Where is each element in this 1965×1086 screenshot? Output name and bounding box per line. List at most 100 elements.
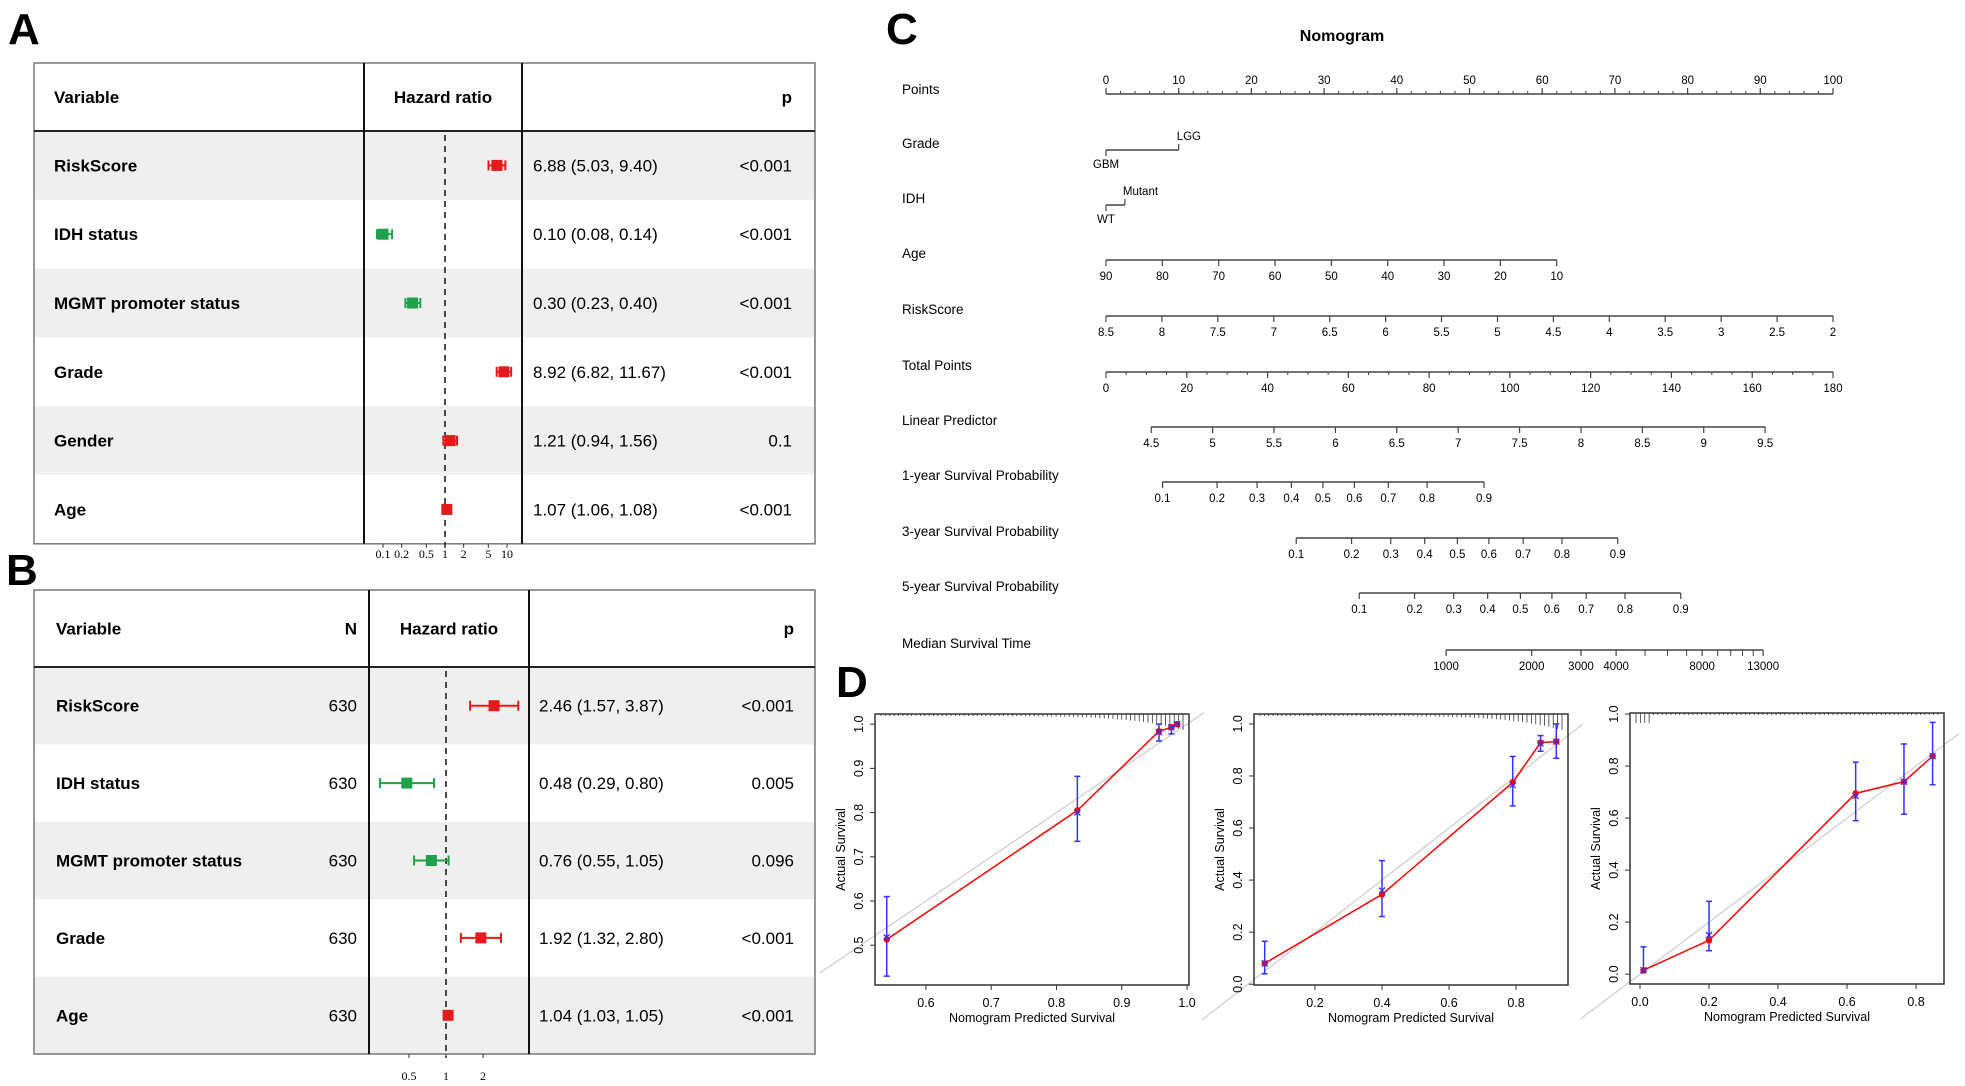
row-estimate: 0.48 (0.29, 0.80) [539,774,664,793]
row-p-value: <0.001 [742,1006,794,1025]
table-row-shade [34,131,815,200]
row-n: 630 [329,774,357,793]
x-tick-label: 0.0 [1631,995,1648,1009]
x-tick-label: 1 [443,1069,449,1083]
panel-label-d: D [836,658,868,707]
row-p-value: <0.001 [740,500,792,519]
x-tick-label: 0.2 [394,547,409,561]
row-estimate: 1.21 (0.94, 1.56) [533,432,658,451]
row-variable: RiskScore [54,156,137,175]
nomogram-tick-label: 10 [1172,75,1185,87]
nomogram-tick-label: 0.7 [1380,493,1396,505]
nomogram-tick-label: 0.7 [1515,549,1531,561]
nomogram-tick-label: 100 [1823,75,1842,87]
x-tick-label: 0.8 [1048,996,1065,1010]
row-p-value: 0.096 [751,852,794,871]
nomogram-tick-label: 50 [1463,75,1476,87]
nomogram-tick-label: 3.5 [1657,327,1673,339]
hazard-ratio-marker [377,228,389,240]
row-p-value: <0.001 [740,156,792,175]
nomogram-tick-label: Mutant [1123,186,1159,198]
y-tick-label: 0.4 [1231,871,1245,888]
y-tick-label: 0.6 [852,892,866,909]
y-tick-label: 0.2 [1231,923,1245,940]
y-tick-label: 0.8 [1231,767,1245,784]
nomogram-scale-label: Total Points [902,358,972,373]
calibration-line [886,723,1178,941]
figure: A B C D Nomogram Variable Hazard ratio p Ri… [0,0,1965,1086]
y-tick-label: 1.0 [852,715,866,732]
y-tick-label: 0.6 [1231,819,1245,836]
x-axis-label: Nomogram Predicted Survival [1328,1011,1494,1025]
nomogram-tick-label: 6.5 [1389,438,1405,450]
nomogram-tick-label: 180 [1823,383,1842,395]
nomogram-tick-label: 0.4 [1417,549,1434,561]
nomogram-scale-label: RiskScore [902,302,964,317]
nomogram-tick-label: 80 [1423,383,1436,395]
row-variable: RiskScore [56,697,139,716]
nomogram-tick-label: 8 [1159,327,1165,339]
x-tick-label: 0.8 [1507,996,1524,1010]
row-estimate: 1.04 (1.03, 1.05) [539,1006,664,1025]
nomogram-tick-label: 2000 [1519,661,1545,673]
hazard-ratio-marker [488,700,500,712]
nomogram-tick-label: 7.5 [1512,438,1528,450]
table-row-shade [34,976,815,1054]
nomogram-tick-label: 6 [1382,327,1388,339]
row-p-value: <0.001 [742,697,794,716]
nomogram-scale-label: Grade [902,136,940,151]
nomogram-scale-label: 1-year Survival Probability [902,468,1059,483]
panel-label-b: B [6,546,38,595]
nomogram-tick-label: 0.2 [1344,549,1360,561]
hazard-ratio-marker [407,297,419,309]
nomogram-tick-label: 5 [1494,327,1500,339]
y-tick-label: 0.9 [852,760,866,777]
row-variable: MGMT promoter status [56,852,242,871]
x-tick-label: 5 [485,547,491,561]
x-tick-label: 2 [461,547,467,561]
nomogram-tick-label: 8 [1578,438,1584,450]
x-tick-label: 10 [501,547,513,561]
nomogram-tick-label: 0.6 [1544,604,1560,616]
nomogram-tick-label: 30 [1438,271,1451,283]
plot-frame [1629,712,1945,985]
nomogram-tick-label: 5.5 [1434,327,1450,339]
x-tick-label: 0.2 [1306,996,1323,1010]
nomogram-tick-label: 4.5 [1545,327,1561,339]
y-axis-label: Actual Survival [1589,807,1603,890]
nomogram-tick-label: 0.3 [1446,604,1462,616]
nomogram-tick-label: 30 [1318,75,1331,87]
y-axis-label: Actual Survival [1213,808,1227,891]
y-tick-label: 0.8 [1607,757,1621,774]
nomogram-tick-label: 70 [1212,271,1225,283]
row-estimate: 0.76 (0.55, 1.05) [539,852,664,871]
nomogram-tick-label: 0.9 [1610,549,1626,561]
nomogram-tick-label: 4 [1606,327,1613,339]
y-tick-label: 0.0 [1607,965,1621,982]
row-variable: IDH status [54,225,138,244]
nomogram-tick-label: 50 [1325,271,1338,283]
nomogram-tick-label: 8000 [1689,661,1715,673]
nomogram-scale-label: 5-year Survival Probability [902,579,1059,594]
y-tick-label: 0.6 [1607,809,1621,826]
nomogram-tick-label: 60 [1269,271,1282,283]
nomogram-tick-label: 7.5 [1210,327,1226,339]
row-variable: Age [54,500,86,519]
nomogram-tick-label: 0.5 [1449,549,1465,561]
row-variable: Grade [54,363,103,382]
x-tick-label: 0.7 [983,996,1000,1010]
row-variable: Grade [56,929,105,948]
row-n: 630 [329,697,357,716]
nomogram-tick-label: LGG [1177,131,1201,143]
nomogram-tick-label: 2.5 [1769,327,1785,339]
row-variable: Gender [54,432,114,451]
x-tick-label: 0.5 [401,1069,416,1083]
hazard-ratio-marker [475,932,487,944]
row-n: 630 [329,929,357,948]
y-axis-label: Actual Survival [834,808,848,891]
hazard-ratio-marker [491,159,503,171]
nomogram-scale-label: Age [902,246,926,261]
nomogram-tick-label: 90 [1754,75,1767,87]
nomogram-tick-label: 140 [1662,383,1681,395]
header-p: p [782,88,792,107]
